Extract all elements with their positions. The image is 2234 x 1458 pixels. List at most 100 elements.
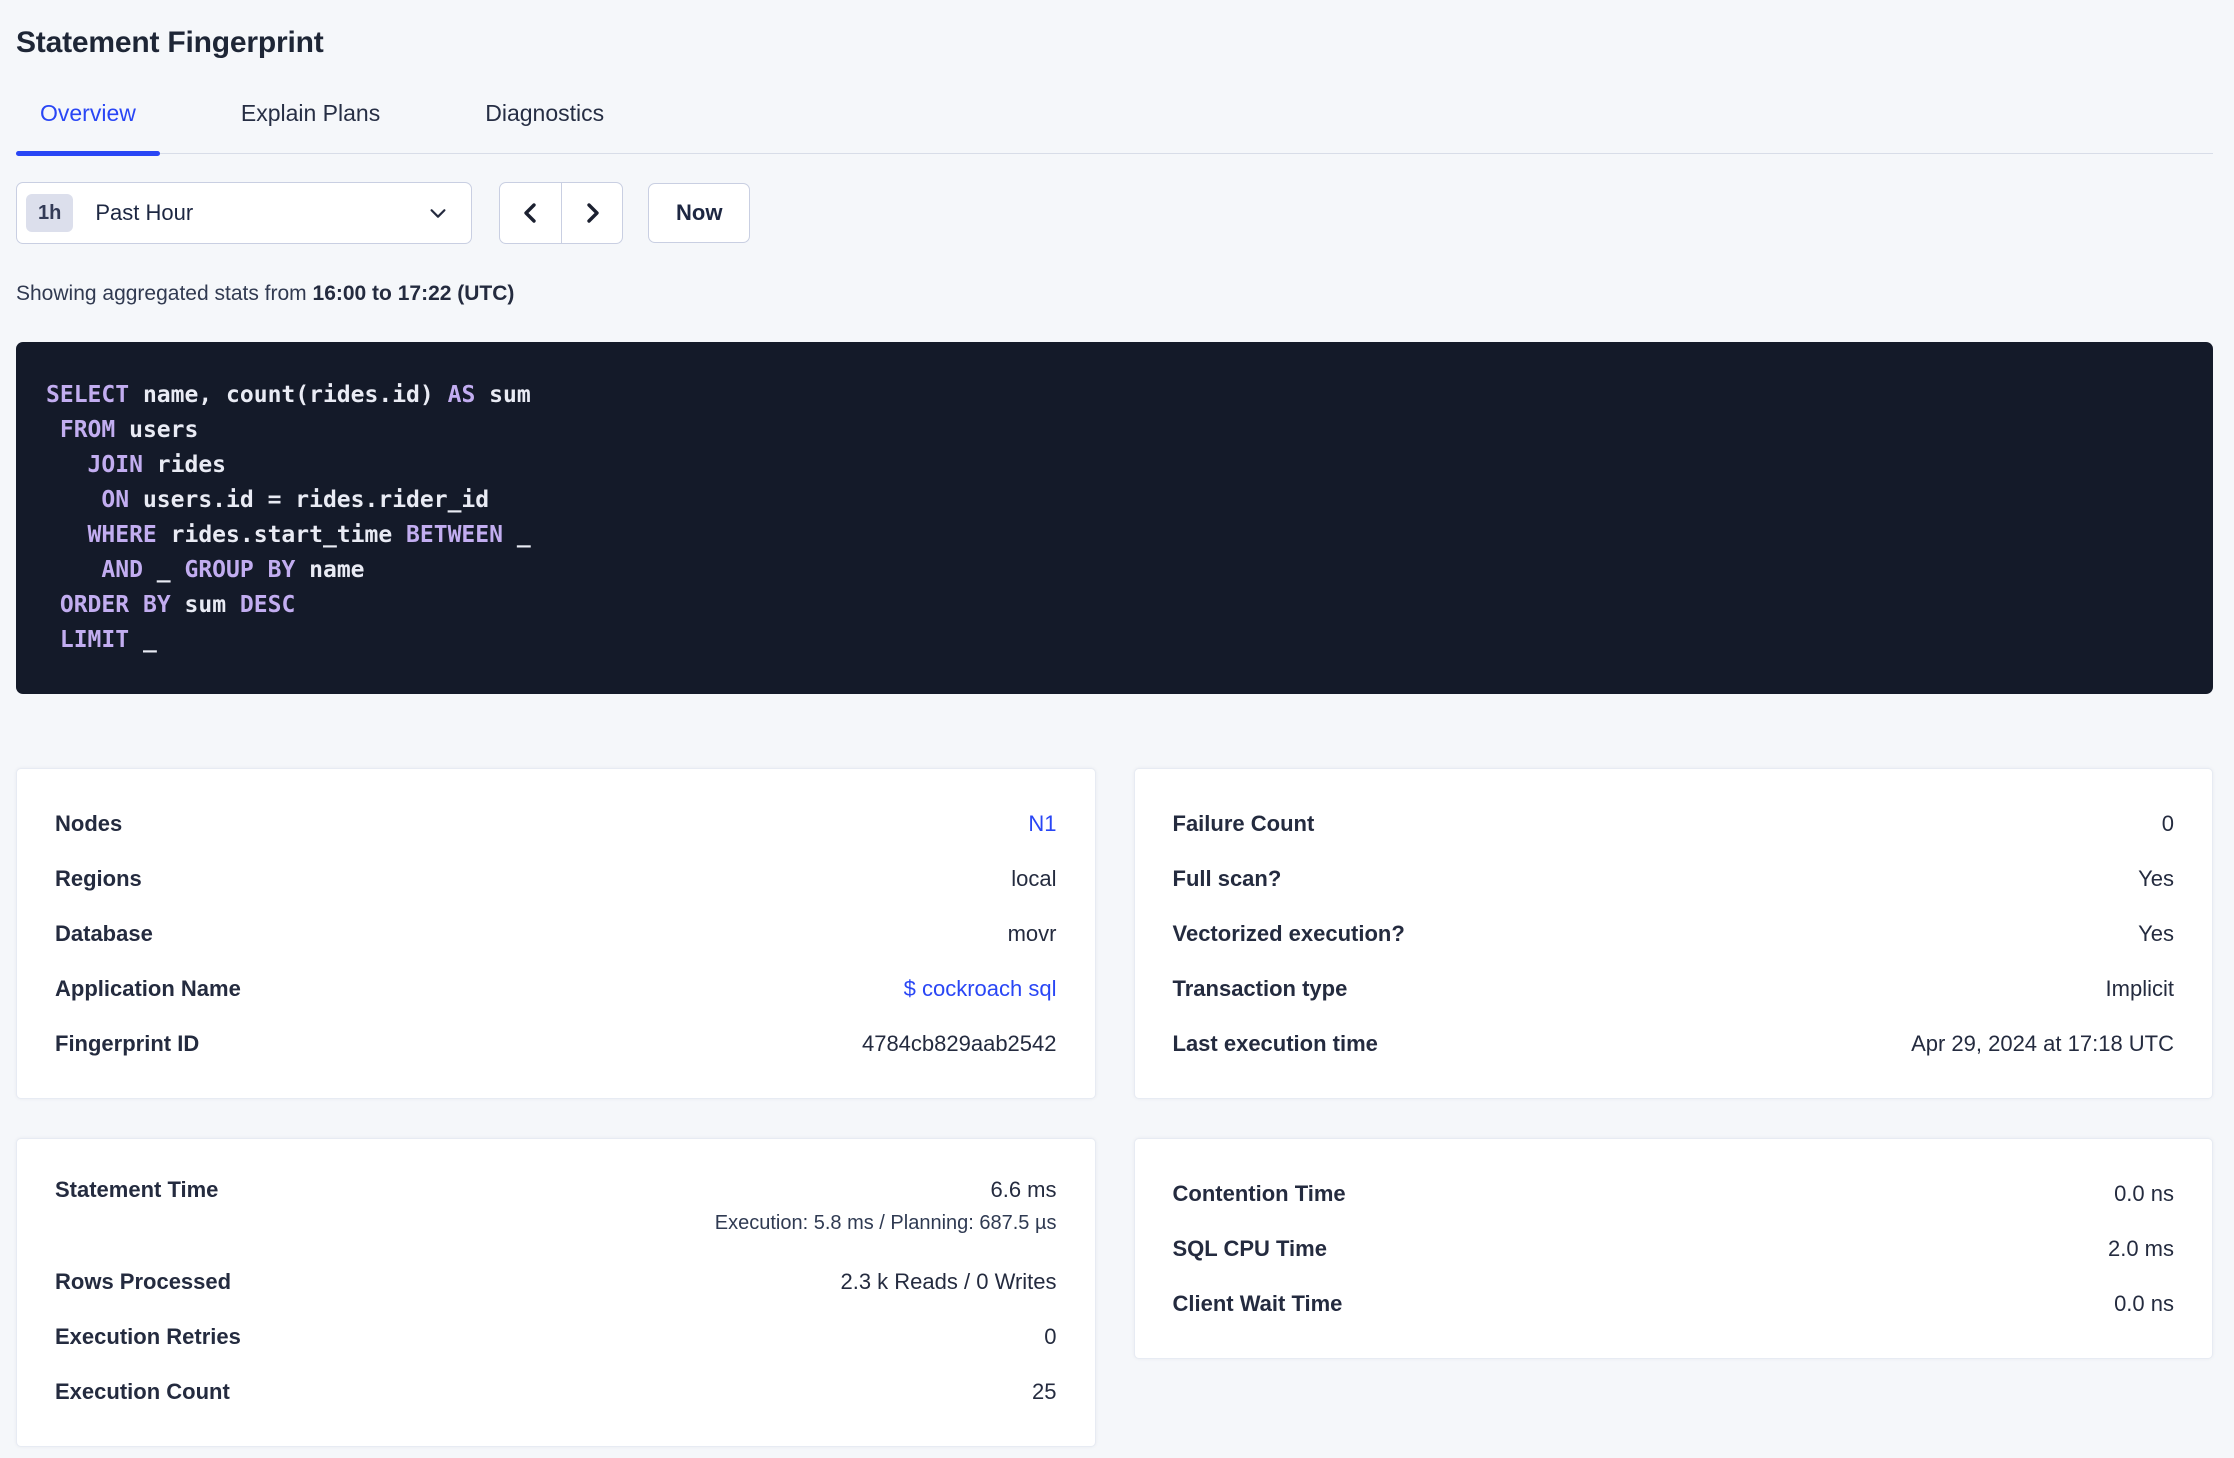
stat-label: Client Wait Time (1172, 1290, 1343, 1316)
stat-value-text: movr (1007, 920, 1057, 946)
sql-keyword: ORDER (59, 592, 130, 618)
prev-interval-button[interactable] (500, 183, 561, 243)
stat-label: SQL CPU Time (1172, 1235, 1327, 1261)
stat-value: 0.0 ns (2114, 1181, 2174, 1207)
stat-value-text: 2.0 ms (2107, 1235, 2174, 1261)
stat-row-regions: Regions local (55, 851, 1057, 906)
stat-row-execution-count: Execution Count 25 (55, 1364, 1057, 1419)
stat-label: Rows Processed (55, 1268, 232, 1294)
tab-label: Overview (40, 100, 136, 126)
sql-keyword: BETWEEN (406, 522, 503, 548)
stat-label: Nodes (55, 810, 123, 836)
stat-value-text: 0 (2161, 810, 2174, 836)
sql-statement-box: SELECT name, count(rides.id) AS sum FROM… (16, 342, 2213, 694)
tab-overview[interactable]: Overview (16, 96, 160, 156)
stat-value-text: Apr 29, 2024 at 17:18 UTC (1911, 1030, 2174, 1056)
time-controls: 1h Past Hour Now (16, 182, 2213, 244)
stat-row-nodes: Nodes N1 (55, 796, 1057, 851)
sql-keyword: JOIN (87, 452, 143, 478)
time-step-buttons (499, 182, 623, 244)
stat-value-link[interactable]: $ cockroach sql (904, 976, 1057, 1002)
stat-label: Execution Retries (55, 1323, 241, 1349)
stat-value-text: Yes (2138, 920, 2174, 946)
stat-row-application-name: Application Name $ cockroach sql (55, 961, 1057, 1016)
stat-value-text: Yes (2138, 865, 2174, 891)
stat-value: Yes (2138, 921, 2174, 947)
stat-subvalue: Execution: 5.8 ms / Planning: 687.5 µs (714, 1212, 1057, 1234)
sql-keyword: GROUP (184, 557, 254, 583)
chevron-left-icon (519, 201, 543, 225)
time-range-dropdown[interactable]: 1h Past Hour (16, 182, 472, 244)
sql-keyword: SELECT (46, 382, 130, 408)
stat-label: Database (55, 920, 153, 946)
stat-row-contention-time: Contention Time 0.0 ns (1173, 1166, 2175, 1221)
stat-row-statement-time: Statement Time 6.6 ms Execution: 5.8 ms … (55, 1166, 1057, 1254)
stat-label: Failure Count (1172, 810, 1315, 836)
statement-details-right-card: Failure Count 0 Full scan? Yes Vectorize… (1133, 768, 2213, 1099)
sql-line: SELECT name, count(rides.id) AS sum (46, 382, 531, 408)
stat-value: Yes (2138, 866, 2174, 892)
stat-value: N1 (1028, 811, 1056, 837)
execution-stats-card: Statement Time 6.6 ms Execution: 5.8 ms … (16, 1138, 1096, 1447)
stat-value: 0 (1044, 1324, 1056, 1350)
time-range-label: Past Hour (95, 200, 194, 225)
wait-times-card: Contention Time 0.0 ns SQL CPU Time 2.0 … (1133, 1138, 2213, 1359)
sql-keyword: WHERE (87, 522, 157, 548)
stat-label: Execution Count (55, 1378, 230, 1404)
stat-label: Regions (55, 865, 142, 891)
stat-value: local (1011, 866, 1056, 892)
time-range-badge: 1h (26, 194, 74, 232)
stat-value-text: local (1011, 865, 1057, 891)
stat-row-client-wait-time: Client Wait Time 0.0 ns (1173, 1276, 2175, 1331)
next-interval-button[interactable] (561, 183, 622, 243)
stat-value-text: 6.6 ms (990, 1177, 1057, 1202)
stat-row-transaction-type: Transaction type Implicit (1173, 961, 2175, 1016)
sql-line: AND _ GROUP BY name (101, 557, 365, 583)
summary-cards: Nodes N1 Regions local Database movr App… (16, 768, 2213, 1447)
stat-value-text: Implicit (2105, 975, 2174, 1001)
stat-value: movr (1008, 921, 1057, 947)
stat-value: 6.6 ms Execution: 5.8 ms / Planning: 687… (715, 1177, 1057, 1235)
stat-value: 0.0 ns (2114, 1291, 2174, 1317)
tab-diagnostics[interactable]: Diagnostics (461, 96, 628, 153)
sql-keyword: AND (101, 557, 143, 583)
stat-label: Statement Time (55, 1177, 219, 1202)
sql-keyword: FROM (59, 417, 116, 443)
aggregated-stats-caption: Showing aggregated stats from 16:00 to 1… (16, 282, 2213, 306)
stat-value: 0 (2162, 811, 2174, 837)
stat-row-full-scan: Full scan? Yes (1173, 851, 2175, 906)
stat-value-text: 4784cb829aab2542 (861, 1030, 1057, 1056)
stat-value-text: 0 (1044, 1323, 1057, 1349)
stat-label: Application Name (55, 975, 241, 1001)
caption-range: 16:00 to 17:22 (UTC) (312, 282, 515, 305)
page-title: Statement Fingerprint (16, 26, 324, 59)
stat-value-text: 0.0 ns (2114, 1290, 2174, 1316)
chevron-down-icon (427, 202, 449, 224)
stat-row-sql-cpu-time: SQL CPU Time 2.0 ms (1173, 1221, 2175, 1276)
sql-keyword: ON (101, 487, 130, 513)
stat-row-fingerprint-id: Fingerprint ID 4784cb829aab2542 (55, 1016, 1057, 1071)
sql-keyword: BY (142, 592, 171, 618)
stat-value: 2.0 ms (2108, 1236, 2174, 1262)
stat-value: 4784cb829aab2542 (862, 1031, 1057, 1057)
stat-value-text: 25 (1032, 1378, 1057, 1404)
chevron-right-icon (580, 201, 604, 225)
sql-line: ORDER BY sum DESC (59, 592, 296, 618)
now-button[interactable]: Now (648, 183, 751, 243)
stat-row-rows-processed: Rows Processed 2.3 k Reads / 0 Writes (55, 1254, 1057, 1309)
tab-explain-plans[interactable]: Explain Plans (217, 96, 404, 153)
statement-details-left-card: Nodes N1 Regions local Database movr App… (16, 768, 1096, 1099)
stat-row-execution-retries: Execution Retries 0 (55, 1309, 1057, 1364)
sql-line: ON users.id = rides.rider_id (101, 487, 490, 513)
sql-line: LIMIT _ (59, 627, 157, 653)
stat-value: $ cockroach sql (904, 976, 1057, 1002)
stat-value-link[interactable]: N1 (1028, 811, 1056, 837)
stat-label: Vectorized execution? (1172, 920, 1405, 946)
sql-keyword: DESC (239, 592, 296, 618)
sql-keyword: BY (267, 557, 296, 583)
stat-label: Transaction type (1172, 975, 1348, 1001)
sql-line: FROM users (59, 417, 199, 443)
tab-label: Explain Plans (240, 100, 381, 126)
statement-fingerprint-page: Statement Fingerprint Overview Explain Pl… (0, 0, 2234, 1447)
stat-label: Fingerprint ID (55, 1030, 200, 1056)
